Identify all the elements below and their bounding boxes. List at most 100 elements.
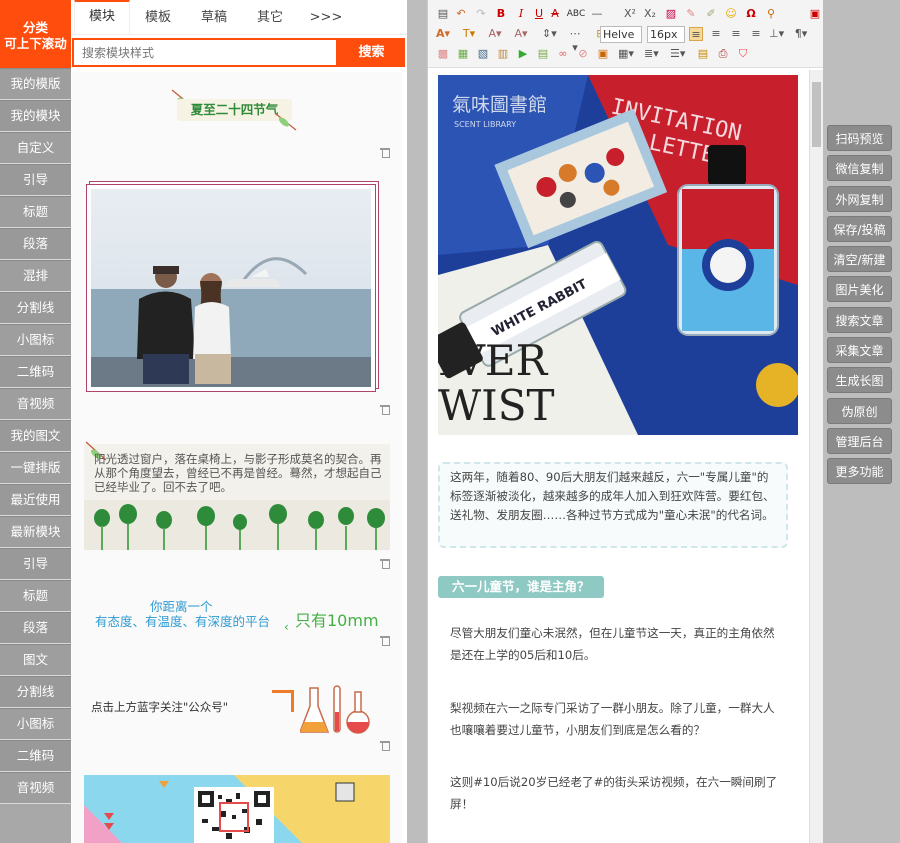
superscript-icon[interactable]: X²	[623, 7, 637, 21]
eraser-icon[interactable]: ✎	[684, 7, 698, 21]
editor-scrollbar-thumb[interactable]	[812, 82, 821, 147]
action-button[interactable]: 更多功能	[827, 458, 892, 485]
redo-icon[interactable]: ↷	[474, 7, 488, 21]
picture-icon[interactable]: ▦	[456, 47, 470, 61]
spacing-icon[interactable]: ⋯▾	[568, 27, 582, 54]
underline-icon[interactable]: U	[532, 7, 546, 21]
action-button[interactable]: 微信复制	[827, 155, 892, 182]
ordered-list-icon[interactable]: ≣▾	[644, 47, 659, 61]
action-button[interactable]: 采集文章	[827, 337, 892, 364]
horizontal-rule-icon[interactable]: —	[590, 7, 604, 21]
image-icon[interactable]: ▩	[436, 47, 450, 61]
category-item[interactable]: 二维码	[0, 356, 71, 388]
action-button[interactable]: 清空/新建	[827, 246, 892, 273]
background-color-icon[interactable]: T▾	[462, 27, 476, 41]
action-button[interactable]: 生成长图	[827, 367, 892, 394]
subscript-icon[interactable]: X₂	[643, 7, 657, 21]
delete-icon[interactable]	[380, 740, 390, 751]
category-item[interactable]: 引导	[0, 548, 71, 580]
action-button[interactable]: 搜索文章	[827, 306, 892, 333]
font-size-select[interactable]: 16px	[647, 26, 685, 43]
video-icon[interactable]: ▶	[516, 47, 530, 61]
align-right-icon[interactable]: ≡	[729, 27, 743, 41]
source-code-icon[interactable]: ▤	[436, 7, 450, 21]
align-left-icon[interactable]: ≡	[689, 27, 703, 41]
category-item[interactable]: 一键排版	[0, 452, 71, 484]
category-item[interactable]: 小图标	[0, 324, 71, 356]
emoji-icon[interactable]: ☺	[724, 7, 738, 21]
unlink-icon[interactable]: ⊘	[576, 47, 590, 61]
map-icon[interactable]: ▣	[596, 47, 610, 61]
editor-scrollbar[interactable]	[809, 70, 823, 843]
search-replace-icon[interactable]: ⚲	[764, 7, 778, 21]
module-card-text-grass[interactable]: 阳光透过窗户，落在桌椅上，与影子形成莫名的契合。再从那个角度望去，曾经已不再是曾…	[84, 441, 390, 550]
delete-icon[interactable]	[380, 558, 390, 569]
vertical-align-icon[interactable]: ⊥▾	[769, 27, 784, 41]
align-center-icon[interactable]: ≡	[709, 27, 723, 41]
action-button[interactable]: 扫码预览	[827, 125, 892, 151]
table-icon[interactable]: ▦▾	[618, 47, 634, 61]
editor-content[interactable]: 氣味圖書館 SCENT LIBRARY INVITATION LETTER WH…	[428, 70, 808, 843]
html5-icon[interactable]: ⛉	[736, 47, 750, 61]
gallery-icon[interactable]: ▧	[476, 47, 490, 61]
tab-templates[interactable]: 模板	[130, 2, 186, 34]
category-item[interactable]: 自定义	[0, 132, 71, 164]
category-item[interactable]: 段落	[0, 612, 71, 644]
paragraph-format-icon[interactable]: ¶▾	[794, 27, 808, 41]
attachment-icon[interactable]: ▥	[496, 47, 510, 61]
tab-more[interactable]: >>>	[298, 2, 354, 34]
module-card-qr-banner[interactable]	[84, 775, 390, 843]
category-item[interactable]: 我的图文	[0, 420, 71, 452]
action-button[interactable]: 保存/投稿	[827, 215, 892, 242]
module-card-photo[interactable]	[72, 172, 402, 422]
tab-other[interactable]: 其它	[242, 2, 298, 34]
font-color-icon[interactable]: A▾	[436, 27, 450, 41]
action-button[interactable]: 管理后台	[827, 427, 892, 454]
action-button[interactable]: 外网复制	[827, 185, 892, 212]
category-item[interactable]: 小图标	[0, 708, 71, 740]
module-card-solar-term[interactable]: 夏至二十四节气	[72, 72, 402, 167]
align-justify-icon[interactable]: ≡	[749, 27, 763, 41]
category-item[interactable]: 最近使用	[0, 484, 71, 516]
text-shadow-icon[interactable]: A▾	[488, 27, 502, 41]
link-icon[interactable]: ∞	[556, 47, 570, 61]
music-icon[interactable]: ▤	[536, 47, 550, 61]
category-item[interactable]: 标题	[0, 196, 71, 228]
format-painter-icon[interactable]: ▨	[664, 7, 678, 21]
clear-format-icon[interactable]: ✐	[704, 7, 718, 21]
category-item[interactable]: 图文	[0, 644, 71, 676]
delete-icon[interactable]	[380, 635, 390, 646]
special-char-icon[interactable]: Ω	[744, 7, 758, 21]
module-list[interactable]: 夏至二十四节气 阳光透过窗户，落在桌椅上，与影子形成莫名的契合。再从那个角度望去…	[72, 72, 402, 843]
tab-drafts[interactable]: 草稿	[186, 2, 242, 34]
category-item[interactable]: 音视频	[0, 388, 71, 420]
category-item[interactable]: 段落	[0, 228, 71, 260]
module-card-follow[interactable]: 点击上方蓝字关注"公众号"	[72, 682, 402, 752]
category-item[interactable]: 音视频	[0, 772, 71, 804]
delete-icon[interactable]	[380, 147, 390, 158]
bold-icon[interactable]: B	[494, 7, 508, 21]
module-search-input[interactable]	[72, 38, 338, 67]
letter-spacing-icon[interactable]: ABC	[566, 7, 586, 21]
unordered-list-icon[interactable]: ☰▾	[670, 47, 685, 61]
category-item[interactable]: 我的模块	[0, 100, 71, 132]
strikethrough-icon[interactable]: A	[548, 7, 562, 21]
delete-icon[interactable]	[380, 404, 390, 415]
undo-icon[interactable]: ↶	[454, 7, 468, 21]
template-icon[interactable]: ▤	[696, 47, 710, 61]
category-item[interactable]: 标题	[0, 580, 71, 612]
tab-modules[interactable]: 模块	[74, 0, 130, 34]
font-family-select[interactable]: Helve	[600, 26, 642, 43]
module-card-slogan[interactable]: 你距离一个 有态度、有温度、有深度的平台 只有10mm ‹	[72, 590, 402, 646]
category-item[interactable]: 二维码	[0, 740, 71, 772]
fullscreen-icon[interactable]: ▣	[808, 7, 822, 21]
italic-icon[interactable]: I	[514, 7, 528, 21]
text-effect-icon[interactable]: A▾	[514, 27, 528, 41]
line-height-icon[interactable]: ⇕▾	[542, 27, 557, 41]
module-search-button[interactable]: 搜索	[338, 38, 405, 67]
print-icon[interactable]: ⎙	[716, 47, 730, 61]
category-item[interactable]: 分割线	[0, 292, 71, 324]
category-item[interactable]: 最新模块	[0, 516, 71, 548]
category-item[interactable]: 分割线	[0, 676, 71, 708]
category-item[interactable]: 我的模版	[0, 68, 71, 100]
